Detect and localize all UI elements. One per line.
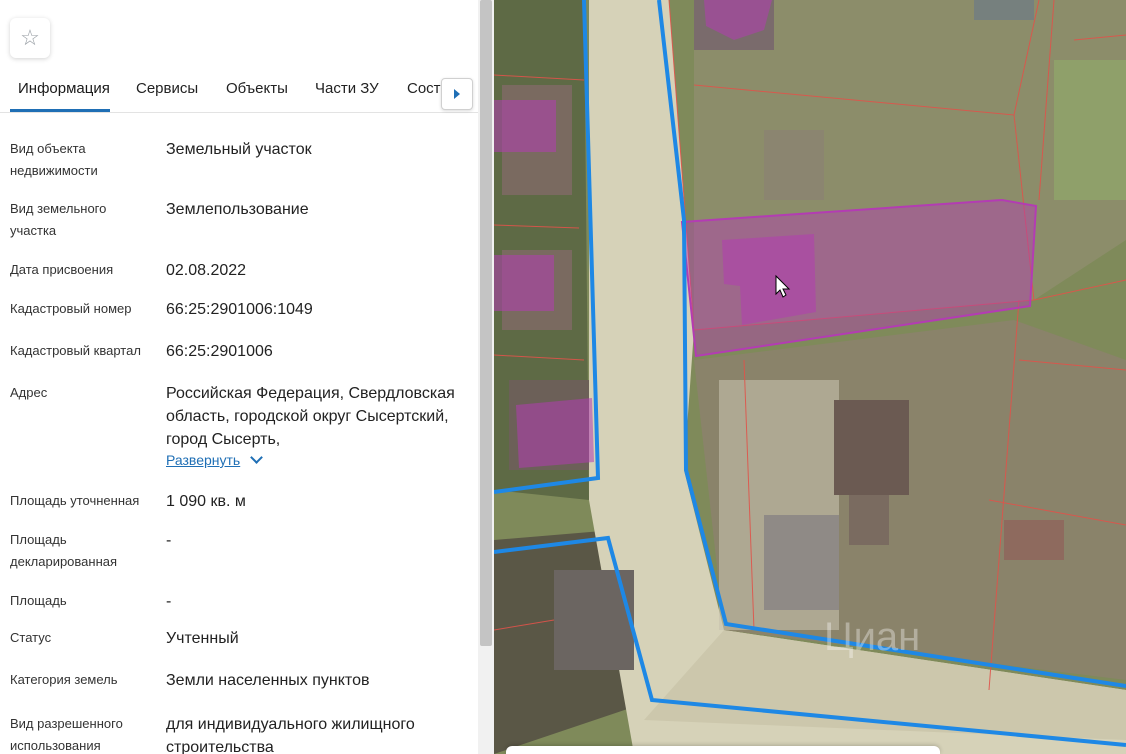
expand-link[interactable]: Развернуть <box>166 452 240 468</box>
map-bottom-card[interactable] <box>506 746 940 754</box>
favorite-button[interactable]: ☆ <box>10 18 50 58</box>
tabs-next-button[interactable] <box>441 78 473 110</box>
field-value: Российская Федерация, Свердловская облас… <box>166 385 455 448</box>
field-label: Площадь <box>10 593 67 608</box>
tab-land-parts[interactable]: Части ЗУ <box>315 80 379 97</box>
scrollbar-thumb[interactable] <box>480 0 492 646</box>
field-value: Землепользование <box>166 201 309 218</box>
field-value: - <box>166 593 172 610</box>
field-label: Кадастровый квартал <box>10 343 141 358</box>
expand-address-button[interactable]: Развернуть <box>166 451 264 470</box>
field-value: 02.08.2022 <box>166 262 247 279</box>
chevron-down-icon <box>250 451 264 464</box>
field-label: Площадь уточненная <box>10 493 140 508</box>
field-value: 1 090 кв. м <box>166 493 246 510</box>
field-value: - <box>166 532 172 549</box>
star-icon: ☆ <box>20 25 40 50</box>
field-value[interactable]: 66:25:2901006 <box>166 340 466 363</box>
field-label: Категория земель <box>10 672 118 687</box>
chevron-right-icon <box>454 89 460 99</box>
field-value: Учтенный <box>166 630 239 647</box>
field-value[interactable]: 66:25:2901006:1049 <box>166 298 466 321</box>
field-label: Вид разрешенного использования <box>10 716 123 753</box>
panel-scrollbar[interactable] <box>478 0 494 754</box>
watermark: Циан <box>824 615 920 659</box>
tab-information[interactable]: Информация <box>18 80 110 97</box>
field-value: Земли населенных пунктов <box>166 672 370 689</box>
field-label: Вид земельного участка <box>10 201 107 238</box>
field-label: Статус <box>10 630 52 645</box>
field-value: для индивидуального жилищного строительс… <box>166 716 415 754</box>
field-value: Земельный участок <box>166 141 312 158</box>
field-label: Вид объекта недвижимости <box>10 141 98 178</box>
satellite-map[interactable]: Циан <box>494 0 1126 754</box>
tab-services[interactable]: Сервисы <box>136 80 198 97</box>
tab-bar: Информация Сервисы Объекты Части ЗУ Сост… <box>0 72 478 113</box>
field-label: Дата присвоения <box>10 262 114 277</box>
field-label: Адрес <box>10 385 48 400</box>
active-tab-indicator <box>10 109 110 112</box>
field-label: Кадастровый номер <box>10 301 132 316</box>
tab-objects[interactable]: Объекты <box>226 80 288 97</box>
field-label: Площадь декларированная <box>10 532 118 569</box>
info-panel: ☆ Информация Сервисы Объекты Части ЗУ Со… <box>0 0 478 754</box>
map-view[interactable]: Циан <box>494 0 1126 754</box>
